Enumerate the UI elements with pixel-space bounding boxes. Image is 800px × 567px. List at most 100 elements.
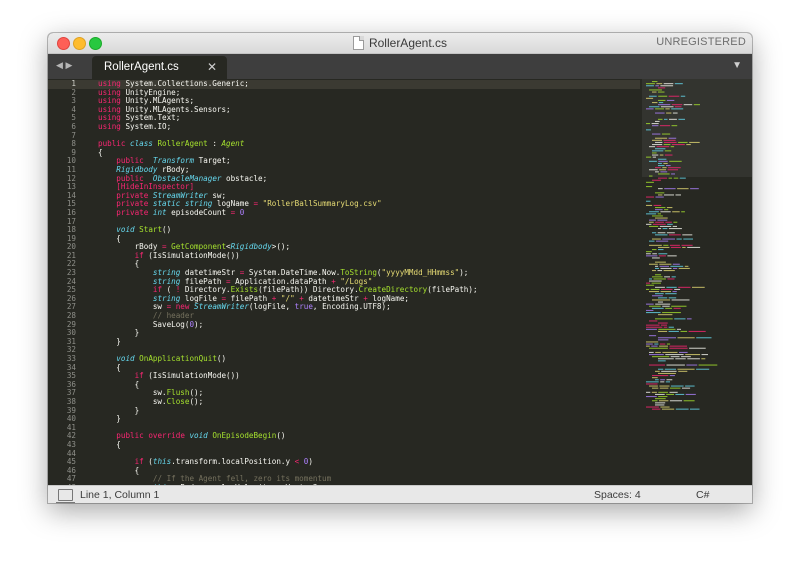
code-line[interactable]: 18 void Start(): [48, 225, 640, 235]
code-token: (logFile,: [248, 302, 295, 312]
code-line[interactable]: 42 public override void OnEpisodeBegin(): [48, 432, 640, 441]
minimap-mark: [701, 354, 708, 356]
minimap-mark: [646, 396, 657, 398]
minimap-mark: [675, 358, 686, 360]
minimap-mark: [672, 112, 678, 114]
syntax-setting[interactable]: C#: [696, 489, 709, 501]
minimap-mark: [652, 307, 664, 309]
minimap-mark: [662, 312, 681, 314]
cursor-position[interactable]: Line 1, Column 1: [80, 489, 159, 501]
minimap-mark: [672, 291, 677, 293]
minimap-mark: [653, 278, 666, 280]
minimap-mark: [655, 293, 664, 295]
minimap-mark: [671, 108, 684, 110]
minimap-mark: [652, 133, 661, 135]
minimap-mark: [693, 104, 700, 106]
code-line[interactable]: 33 void OnApplicationQuit(): [48, 354, 640, 364]
minimap-mark: [689, 347, 706, 349]
code-line[interactable]: 40 }: [48, 414, 640, 424]
code-editor[interactable]: 1 using System.Collections.Generic; 2 using…: [48, 79, 752, 485]
minimap-mark: [664, 209, 669, 211]
code-token: int: [152, 207, 167, 217]
minimap-mark: [655, 393, 665, 395]
minimap-mark: [652, 377, 658, 379]
minimap-mark: [677, 368, 695, 370]
minimap-mark: [649, 95, 657, 97]
code-text: }: [98, 414, 121, 424]
minimap-mark: [690, 408, 700, 410]
code-line[interactable]: 43 {: [48, 440, 640, 450]
minimap-mark: [669, 244, 680, 246]
minimap-mark: [652, 356, 670, 358]
minimap-mark: [651, 345, 658, 347]
code-line[interactable]: 6 using System.IO;: [48, 121, 640, 132]
minimap-mark: [665, 354, 684, 356]
minimap-mark: [696, 337, 712, 339]
minimap-mark: [681, 211, 685, 213]
code-line[interactable]: 8 public class RollerAgent : Agent: [48, 139, 640, 149]
minimap-mark: [664, 276, 670, 278]
code-token: System.IO;: [125, 121, 172, 131]
code-token: (): [216, 354, 227, 363]
minimap-mark: [656, 146, 670, 148]
minimap-mark: [660, 211, 671, 213]
tab-rolleragent[interactable]: RollerAgent.cs ✕: [92, 56, 227, 79]
minimap-mark: [666, 232, 675, 234]
minimap-viewport[interactable]: [642, 79, 752, 177]
code-token: void: [189, 431, 208, 441]
minimap-mark: [669, 160, 682, 162]
minimap-mark: [659, 385, 670, 387]
minimap-mark: [652, 400, 658, 402]
minimap-mark: [649, 347, 668, 349]
minimap-mark: [669, 375, 675, 377]
minimap-mark: [655, 404, 665, 406]
minimap-mark: [651, 123, 659, 125]
minimap-mark: [649, 240, 655, 242]
minimap-mark: [658, 297, 668, 299]
code-token: using: [98, 121, 126, 131]
minimap-mark: [661, 370, 677, 372]
minimap-mark: [680, 95, 686, 97]
minimap-mark: [646, 343, 653, 345]
minimap-mark: [667, 255, 677, 257]
minimap-mark: [685, 354, 701, 356]
code-line[interactable]: 30 }: [48, 328, 640, 338]
minimap-mark: [649, 335, 657, 337]
minimap-mark: [646, 406, 659, 408]
minimap-mark: [683, 104, 693, 106]
minimap-mark: [658, 194, 663, 196]
tab-close-icon[interactable]: ✕: [207, 60, 217, 74]
minimap-mark: [658, 246, 670, 248]
minimap-mark: [661, 288, 673, 290]
code-line[interactable]: 16 private int episodeCount = 0: [48, 207, 640, 218]
minimap-mark: [669, 347, 688, 349]
code-line[interactable]: 39 }: [48, 406, 640, 416]
nav-back-icon[interactable]: ◀: [56, 60, 63, 70]
minimap-mark: [675, 393, 685, 395]
minimap-mark: [652, 299, 671, 301]
minimap-mark: [668, 297, 677, 299]
minimap-mark: [646, 284, 655, 286]
minimap-mark: [649, 89, 662, 91]
minimap-mark: [649, 211, 659, 213]
nav-forward-icon[interactable]: ▶: [65, 60, 72, 70]
minimap-mark: [658, 173, 670, 175]
minimap-mark: [652, 215, 663, 217]
minimap-mark: [666, 112, 672, 114]
code-token: public: [98, 139, 131, 149]
minimap-mark: [666, 286, 677, 288]
indentation-setting[interactable]: Spaces: 4: [594, 489, 641, 501]
minimap-mark: [655, 370, 660, 372]
minimap-mark: [655, 286, 665, 288]
tab-menu-icon[interactable]: ▼: [732, 60, 742, 71]
file-icon: [352, 36, 364, 50]
minimap[interactable]: [642, 79, 752, 485]
code-text: {: [98, 440, 121, 450]
minimap-mark: [662, 238, 675, 240]
tab-navigation: ◀ ▶: [56, 60, 72, 71]
minimap-mark: [666, 379, 673, 381]
code-area[interactable]: 1 using System.Collections.Generic; 2 using…: [48, 79, 640, 485]
console-panel-icon[interactable]: [56, 489, 75, 503]
minimap-mark: [658, 162, 662, 164]
code-line[interactable]: 31 }: [48, 337, 640, 347]
